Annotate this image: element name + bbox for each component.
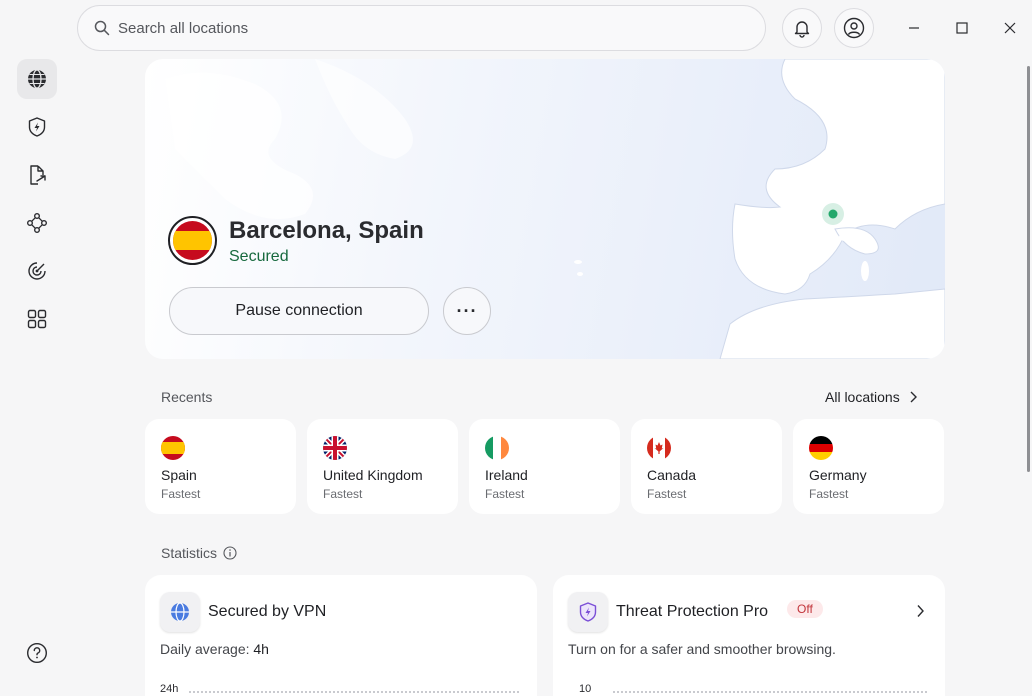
search-bar[interactable]: Search all locations (77, 5, 766, 51)
germany-flag-icon (809, 436, 833, 460)
ireland-flag-icon (485, 436, 509, 460)
rail-apps[interactable] (17, 299, 57, 339)
threat-description: Turn on for a safer and smoother browsin… (568, 641, 836, 657)
uk-flag-icon (323, 436, 347, 460)
rail-threat-protection[interactable] (17, 107, 57, 147)
threat-protection-title: Threat Protection Pro (616, 603, 769, 620)
threat-protection-card[interactable]: Threat Protection Pro Off Turn on for a … (553, 575, 945, 696)
recent-country: Spain (161, 467, 197, 483)
recent-country: Ireland (485, 467, 528, 483)
country-flag-spain (168, 216, 217, 265)
file-share-icon (30, 165, 46, 185)
rail-dark-web-monitor[interactable] (17, 251, 57, 291)
statistics-heading: Statistics (161, 545, 218, 561)
minimize-icon (909, 27, 919, 29)
threat-gridline (613, 691, 927, 693)
vpn-stat-icon-tile (160, 592, 200, 632)
spain-flag-icon (161, 436, 185, 460)
vpn-gridline (189, 691, 519, 693)
shield-bolt-icon (579, 602, 597, 622)
threat-status-badge: Off (787, 600, 823, 618)
vpn-daily-average: Daily average: 4h (160, 641, 269, 657)
radar-icon (28, 262, 46, 280)
globe-icon (28, 69, 46, 89)
vpn-stats-card[interactable]: Secured by VPN Daily average: 4h 24h (145, 575, 537, 696)
meshnet-icon (27, 213, 47, 233)
recent-server-type: Fastest (323, 487, 363, 501)
threat-axis-top-label: 10 (579, 683, 592, 695)
grid-icon (27, 309, 47, 329)
search-icon (94, 20, 110, 36)
rail-help[interactable] (17, 633, 57, 673)
vpn-stats-title: Secured by VPN (208, 603, 327, 620)
recent-card-germany[interactable]: Germany Fastest (793, 419, 944, 514)
maximize-button[interactable] (948, 14, 976, 42)
pause-connection-button[interactable]: Pause connection (169, 287, 429, 335)
recent-server-type: Fastest (161, 487, 201, 501)
vpn-axis-top-label: 24h (160, 683, 179, 695)
recent-server-type: Fastest (485, 487, 525, 501)
close-button[interactable] (996, 14, 1024, 42)
close-icon (1004, 22, 1016, 34)
globe-icon (171, 602, 189, 622)
help-icon (26, 642, 48, 664)
all-locations-label[interactable]: All locations (825, 389, 900, 405)
recent-country: Canada (647, 467, 697, 483)
connected-location: Barcelona, Spain (229, 217, 424, 244)
threat-stat-icon-tile (568, 592, 608, 632)
daily-average-label: Daily average: (160, 641, 250, 657)
bell-icon (794, 21, 810, 38)
minimize-button[interactable] (900, 14, 928, 42)
rail-meshnet[interactable] (17, 203, 57, 243)
maximize-icon (956, 22, 968, 34)
search-placeholder[interactable]: Search all locations (118, 20, 248, 37)
connection-status: Secured (229, 248, 289, 265)
chevron-right-icon (910, 391, 917, 403)
user-icon (843, 17, 865, 39)
notifications-button[interactable] (782, 8, 822, 48)
recent-server-type: Fastest (647, 487, 687, 501)
all-locations-link[interactable]: All locations (825, 389, 918, 405)
statistics-heading-row: Statistics (161, 545, 237, 561)
chevron-right-icon[interactable] (915, 604, 925, 618)
recent-card-spain[interactable]: Spain Fastest (145, 419, 296, 514)
recent-server-type: Fastest (809, 487, 849, 501)
recent-card-canada[interactable]: Canada Fastest (631, 419, 782, 514)
recents-heading: Recents (161, 389, 213, 405)
recent-card-ireland[interactable]: Ireland Fastest (469, 419, 620, 514)
spain-flag-icon (173, 221, 212, 260)
recent-country: Germany (809, 467, 867, 483)
canada-flag-icon (647, 436, 671, 460)
scrollbar[interactable] (1027, 66, 1030, 472)
account-button[interactable] (834, 8, 874, 48)
rail-file-share[interactable] (17, 155, 57, 195)
more-options-button[interactable]: ··· (443, 287, 491, 335)
recent-card-united-kingdom[interactable]: United Kingdom Fastest (307, 419, 458, 514)
shield-bolt-icon (28, 117, 46, 137)
info-icon[interactable] (223, 546, 237, 560)
recent-country: United Kingdom (323, 467, 423, 483)
daily-average-value: 4h (253, 641, 269, 657)
rail-vpn[interactable] (17, 59, 57, 99)
